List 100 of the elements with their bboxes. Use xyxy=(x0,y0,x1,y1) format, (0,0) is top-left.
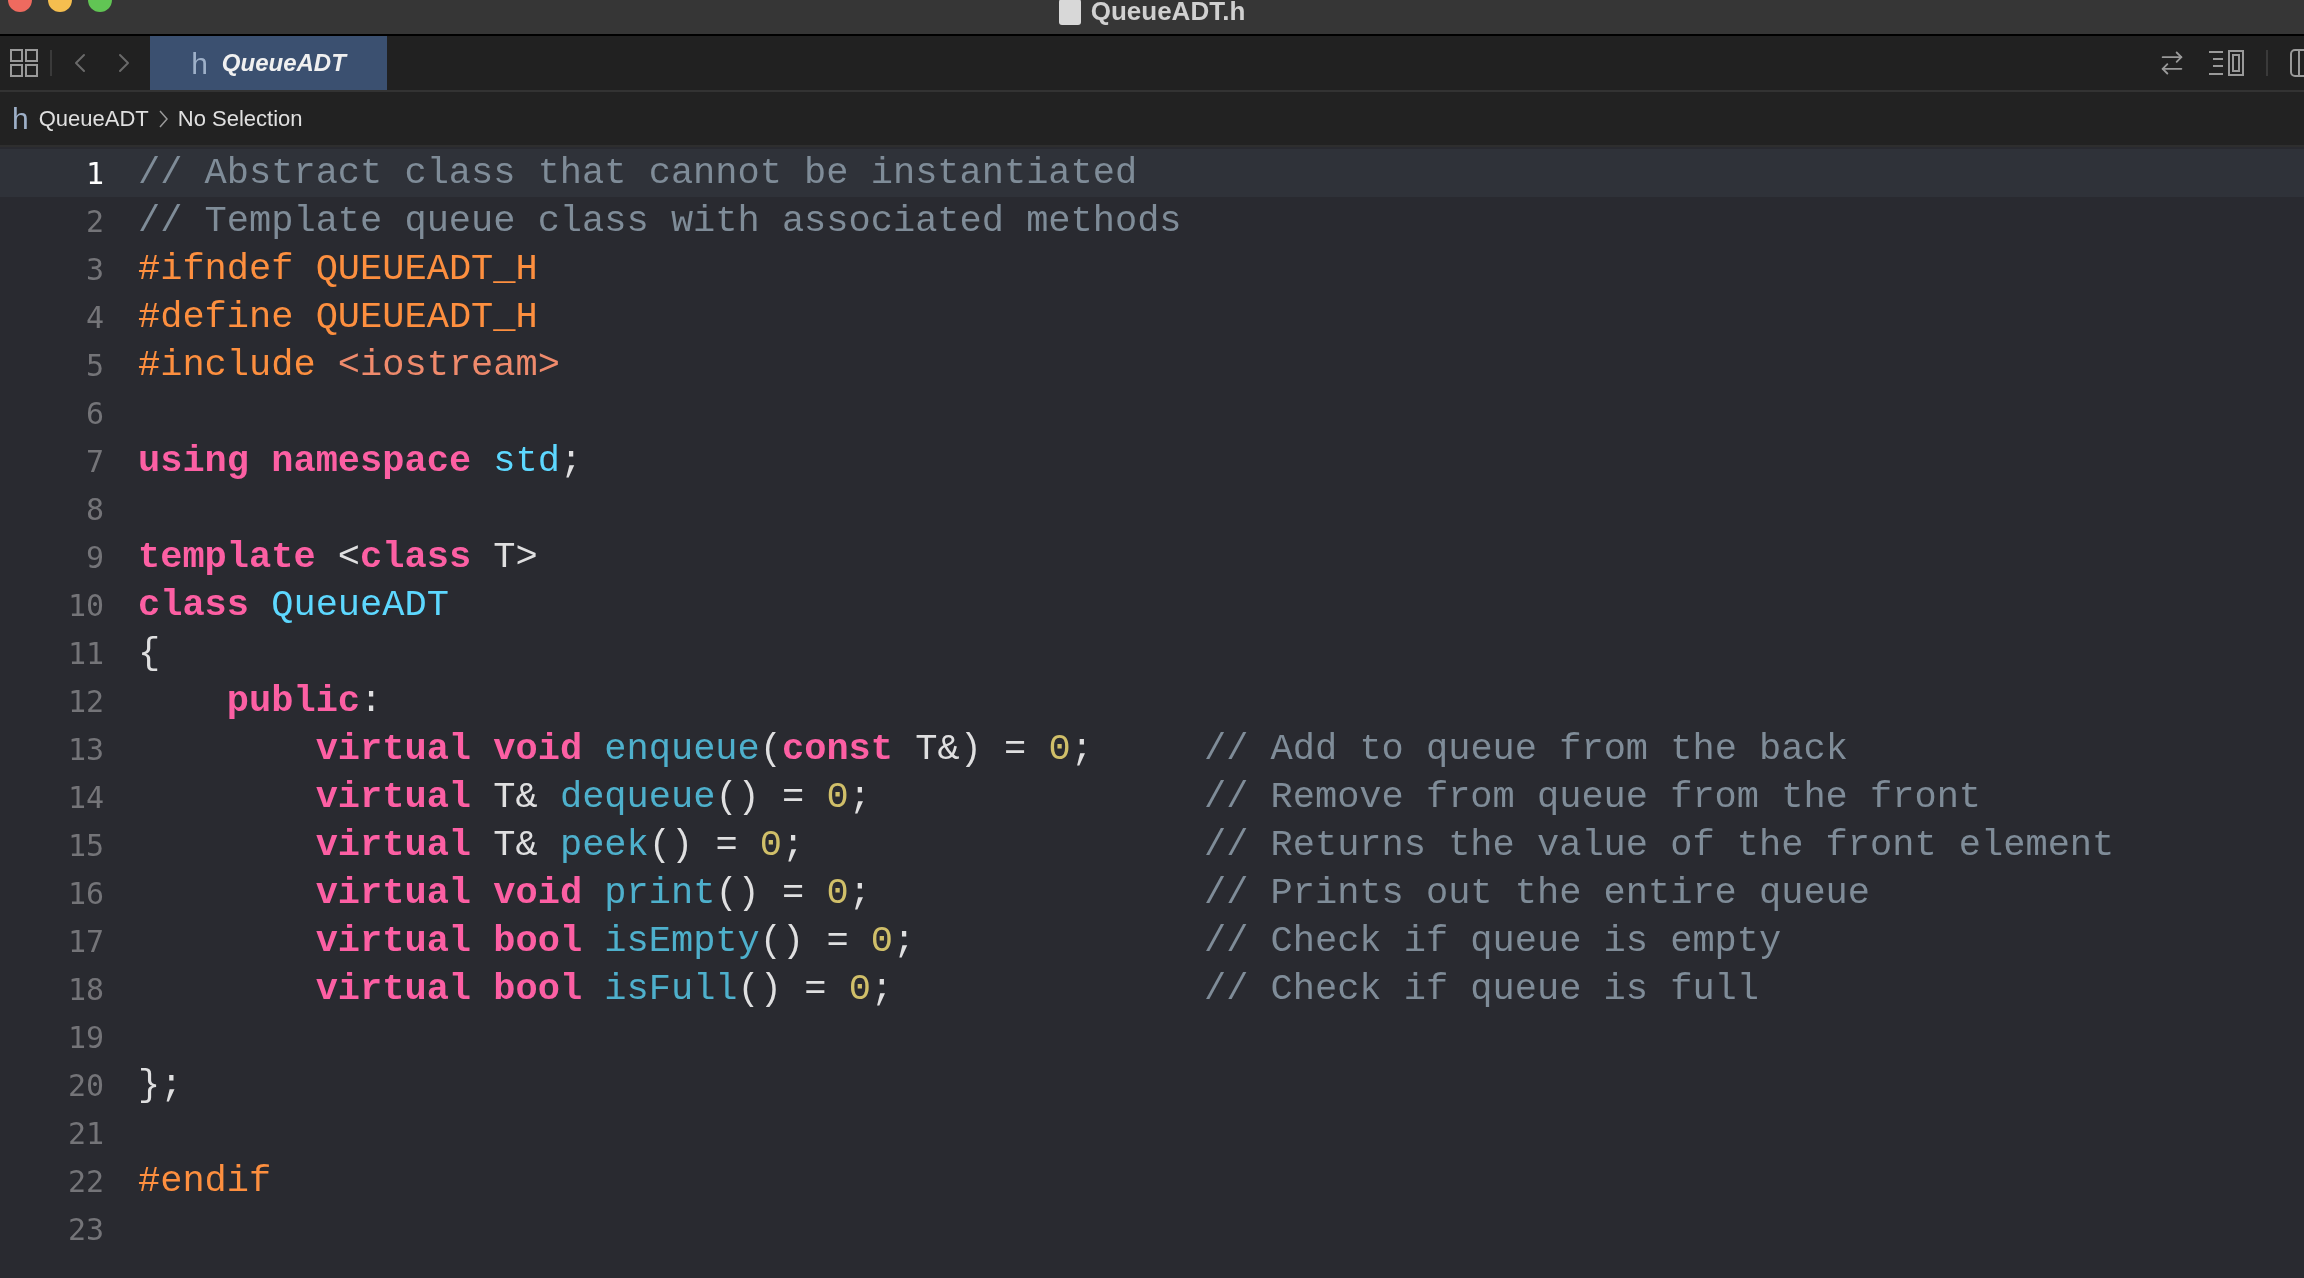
code-keyword: virtual xyxy=(315,872,472,914)
code-text: { xyxy=(138,632,161,674)
line-number: 2 xyxy=(85,202,104,241)
code-macro: QUEUEADT_H xyxy=(315,296,538,338)
code-comment: // Remove from queue from the front xyxy=(1203,776,1982,818)
tab-label: QueueADT xyxy=(221,48,346,78)
code-number: 0 xyxy=(1048,728,1071,770)
code-text: ; xyxy=(848,776,871,818)
code-directive: #define xyxy=(138,296,294,338)
code-header-name: <iostream> xyxy=(337,344,560,386)
code-keyword: void xyxy=(493,728,583,770)
line-number: 9 xyxy=(85,538,104,577)
code-text: ; xyxy=(1070,728,1093,770)
code-text: T> xyxy=(493,536,538,578)
code-text: ; xyxy=(559,440,583,482)
code-function: print xyxy=(604,872,716,914)
code-macro: QUEUEADT_H xyxy=(315,248,538,290)
line-number: 12 xyxy=(67,682,104,721)
code-keyword: void xyxy=(493,872,583,914)
line-number: 16 xyxy=(67,874,104,913)
code-text: ; xyxy=(782,824,805,866)
code-keyword: virtual xyxy=(315,824,472,866)
line-number: 18 xyxy=(67,970,104,1009)
code-text: () = xyxy=(648,824,738,866)
code-keyword: namespace xyxy=(271,440,472,482)
code-type: std xyxy=(493,440,560,482)
code-directive: #endif xyxy=(138,1160,272,1202)
code-directive: #ifndef xyxy=(138,248,294,290)
line-number: 23 xyxy=(67,1210,104,1249)
code-number: 0 xyxy=(826,872,849,914)
code-text: ( xyxy=(759,728,782,770)
code-keyword: template xyxy=(138,536,316,578)
code-number: 0 xyxy=(870,920,894,962)
code-text: ; xyxy=(848,872,871,914)
code-directive: #include xyxy=(138,344,316,386)
code-number: 0 xyxy=(759,824,783,866)
code-keyword: public xyxy=(226,680,361,722)
code-keyword: const xyxy=(782,728,894,770)
code-function: isFull xyxy=(604,968,738,1010)
editor-layout-icon[interactable] xyxy=(2208,50,2244,76)
header-file-glyph: h xyxy=(12,101,29,137)
code-comment: // Prints out the entire queue xyxy=(1203,872,1871,914)
grid-icon[interactable] xyxy=(10,49,38,77)
code-keyword: using xyxy=(138,440,250,482)
code-comment: // Check if queue is empty xyxy=(1203,920,1782,962)
code-keyword: virtual xyxy=(315,968,472,1010)
code-function: enqueue xyxy=(604,728,760,770)
line-number: 14 xyxy=(67,778,104,817)
line-number: 17 xyxy=(67,922,104,961)
line-number: 4 xyxy=(85,298,104,337)
window-title: QueueADT.h xyxy=(1090,0,1246,28)
code-keyword: virtual xyxy=(315,920,472,962)
line-number: 10 xyxy=(67,586,104,625)
line-number: 5 xyxy=(85,346,104,385)
line-number: 3 xyxy=(85,250,104,289)
code-comment: // Abstract class that cannot be instantiated xyxy=(138,152,1138,194)
code-keyword: class xyxy=(360,536,472,578)
code-function: peek xyxy=(559,824,649,866)
code-text: T&) = xyxy=(915,728,1027,770)
code-comment: // Returns the value of the front element xyxy=(1203,824,2115,866)
code-text: ; xyxy=(893,920,916,962)
code-text: () = xyxy=(737,968,827,1010)
code-function: dequeue xyxy=(559,776,716,818)
code-text: () = xyxy=(759,920,849,962)
line-number: 15 xyxy=(67,826,104,865)
line-number: 1 xyxy=(85,154,104,193)
code-text: : xyxy=(360,680,383,722)
code-type: QueueADT xyxy=(271,584,449,626)
code-number: 0 xyxy=(848,968,871,1010)
code-text: < xyxy=(337,536,361,578)
code-function: isEmpty xyxy=(604,920,760,962)
line-number: 8 xyxy=(85,490,104,529)
code-comment: // Add to queue from the back xyxy=(1203,728,1848,770)
breadcrumb-item[interactable]: QueueADT xyxy=(38,102,149,135)
code-keyword: virtual xyxy=(315,776,472,818)
line-number: 7 xyxy=(85,442,104,481)
code-text: T& xyxy=(493,824,538,866)
document-icon xyxy=(1058,0,1081,25)
line-number: 21 xyxy=(67,1114,104,1153)
header-file-glyph: h xyxy=(191,45,208,82)
code-number: 0 xyxy=(826,776,849,818)
code-comment: // Template queue class with associated methods xyxy=(138,200,1182,242)
line-number: 22 xyxy=(67,1162,104,1201)
code-text: T& xyxy=(493,776,538,818)
code-comment: // Check if queue is full xyxy=(1203,968,1759,1010)
line-number: 20 xyxy=(67,1066,104,1105)
code-keyword: bool xyxy=(493,920,583,962)
line-number: 19 xyxy=(67,1018,104,1057)
chevron-icon xyxy=(158,109,168,128)
line-number: 6 xyxy=(85,394,104,433)
code-keyword: virtual xyxy=(315,728,472,770)
code-text: () = xyxy=(715,872,805,914)
breadcrumb-item[interactable]: No Selection xyxy=(177,102,303,135)
code-text: ; xyxy=(870,968,894,1010)
code-text: () = xyxy=(715,776,805,818)
line-number: 13 xyxy=(67,730,104,769)
line-number: 11 xyxy=(67,634,104,673)
editor-tab[interactable]: h QueueADT xyxy=(150,36,387,90)
code-keyword: bool xyxy=(493,968,583,1010)
code-text: }; xyxy=(138,1064,183,1106)
